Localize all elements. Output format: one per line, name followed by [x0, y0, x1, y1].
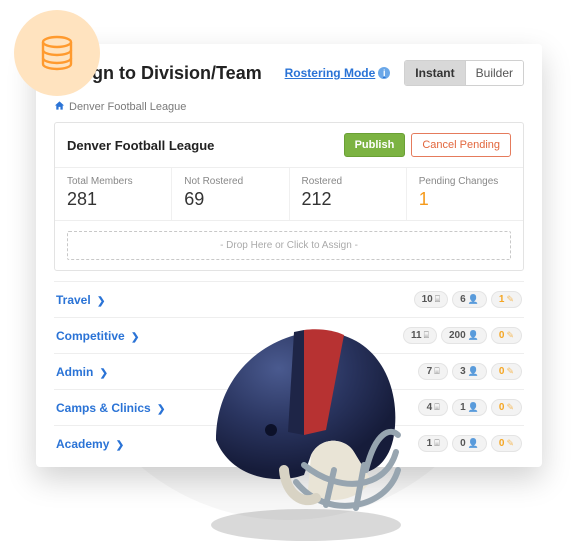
pill-pending[interactable]: 0✎	[491, 399, 522, 416]
pill-pending[interactable]: 0✎	[491, 327, 522, 344]
pencil-icon: ✎	[506, 294, 514, 305]
org-card: Denver Football League Publish Cancel Pe…	[54, 122, 524, 271]
chevron-right-icon: ❯	[131, 332, 139, 343]
division-name[interactable]: Travel ❯	[56, 293, 414, 307]
stat-notr-value: 69	[184, 189, 276, 210]
stat-not-rostered: Not Rostered 69	[172, 168, 289, 220]
pill-players[interactable]: 0👤	[452, 435, 487, 452]
info-icon[interactable]: i	[378, 67, 390, 79]
database-badge	[14, 10, 100, 96]
chevron-right-icon: ❯	[100, 368, 108, 379]
stat-rost-value: 212	[302, 189, 394, 210]
pill-players[interactable]: 200👤	[441, 327, 487, 344]
stat-total: Total Members 281	[55, 168, 172, 220]
stat-total-value: 281	[67, 189, 159, 210]
pill-players[interactable]: 1👤	[452, 399, 487, 416]
pill-players[interactable]: 3👤	[452, 363, 487, 380]
teams-icon: ⌸	[434, 402, 439, 413]
breadcrumb: Denver Football League	[36, 96, 542, 122]
stat-rostered: Rostered 212	[290, 168, 407, 220]
dropzone[interactable]: - Drop Here or Click to Assign -	[67, 231, 511, 260]
stats-row: Total Members 281 Not Rostered 69 Roster…	[55, 168, 523, 221]
person-icon: 👤	[468, 438, 479, 449]
pill-pending[interactable]: 0✎	[491, 435, 522, 452]
chevron-right-icon: ❯	[157, 404, 165, 415]
stat-notr-label: Not Rostered	[184, 176, 276, 187]
pill-group: 7⌸3👤0✎	[418, 363, 522, 380]
database-icon	[35, 31, 79, 75]
person-icon: 👤	[468, 294, 479, 305]
publish-button[interactable]: Publish	[344, 133, 406, 157]
pencil-icon: ✎	[506, 366, 514, 377]
card-head: Denver Football League Publish Cancel Pe…	[55, 123, 523, 168]
breadcrumb-org[interactable]: Denver Football League	[69, 101, 186, 113]
teams-icon: ⌸	[434, 366, 439, 377]
teams-icon: ⌸	[435, 294, 440, 305]
stat-total-label: Total Members	[67, 176, 159, 187]
stat-pending: Pending Changes 1	[407, 168, 523, 220]
person-icon: 👤	[468, 330, 479, 341]
pill-pending[interactable]: 0✎	[491, 363, 522, 380]
stat-pending-label: Pending Changes	[419, 176, 511, 187]
chevron-right-icon: ❯	[97, 296, 105, 307]
rostering-mode-link[interactable]: Rostering Mode i	[285, 66, 391, 80]
stat-pending-value: 1	[419, 189, 511, 210]
stat-rost-label: Rostered	[302, 176, 394, 187]
toggle-builder[interactable]: Builder	[465, 61, 523, 85]
home-icon[interactable]	[54, 100, 65, 114]
toggle-instant[interactable]: Instant	[405, 61, 464, 85]
pill-group: 1⌸0👤0✎	[418, 435, 522, 452]
pencil-icon: ✎	[506, 330, 514, 341]
pencil-icon: ✎	[506, 438, 514, 449]
pill-teams[interactable]: 10⌸	[414, 291, 449, 308]
teams-icon: ⌸	[434, 438, 439, 449]
person-icon: 👤	[468, 402, 479, 413]
person-icon: 👤	[468, 366, 479, 377]
cancel-pending-button[interactable]: Cancel Pending	[411, 133, 511, 157]
pill-group: 10⌸6👤1✎	[414, 291, 522, 308]
chevron-right-icon: ❯	[116, 440, 124, 451]
mode-toggle: Instant Builder	[404, 60, 524, 86]
rostering-mode-label: Rostering Mode	[285, 66, 376, 80]
helmet-illustration	[176, 310, 426, 545]
pill-group: 4⌸1👤0✎	[418, 399, 522, 416]
panel-header: Assign to Division/Team Rostering Mode i…	[36, 44, 542, 96]
pill-players[interactable]: 6👤	[452, 291, 487, 308]
pill-pending[interactable]: 1✎	[491, 291, 522, 308]
card-title: Denver Football League	[67, 138, 344, 153]
pencil-icon: ✎	[506, 402, 514, 413]
